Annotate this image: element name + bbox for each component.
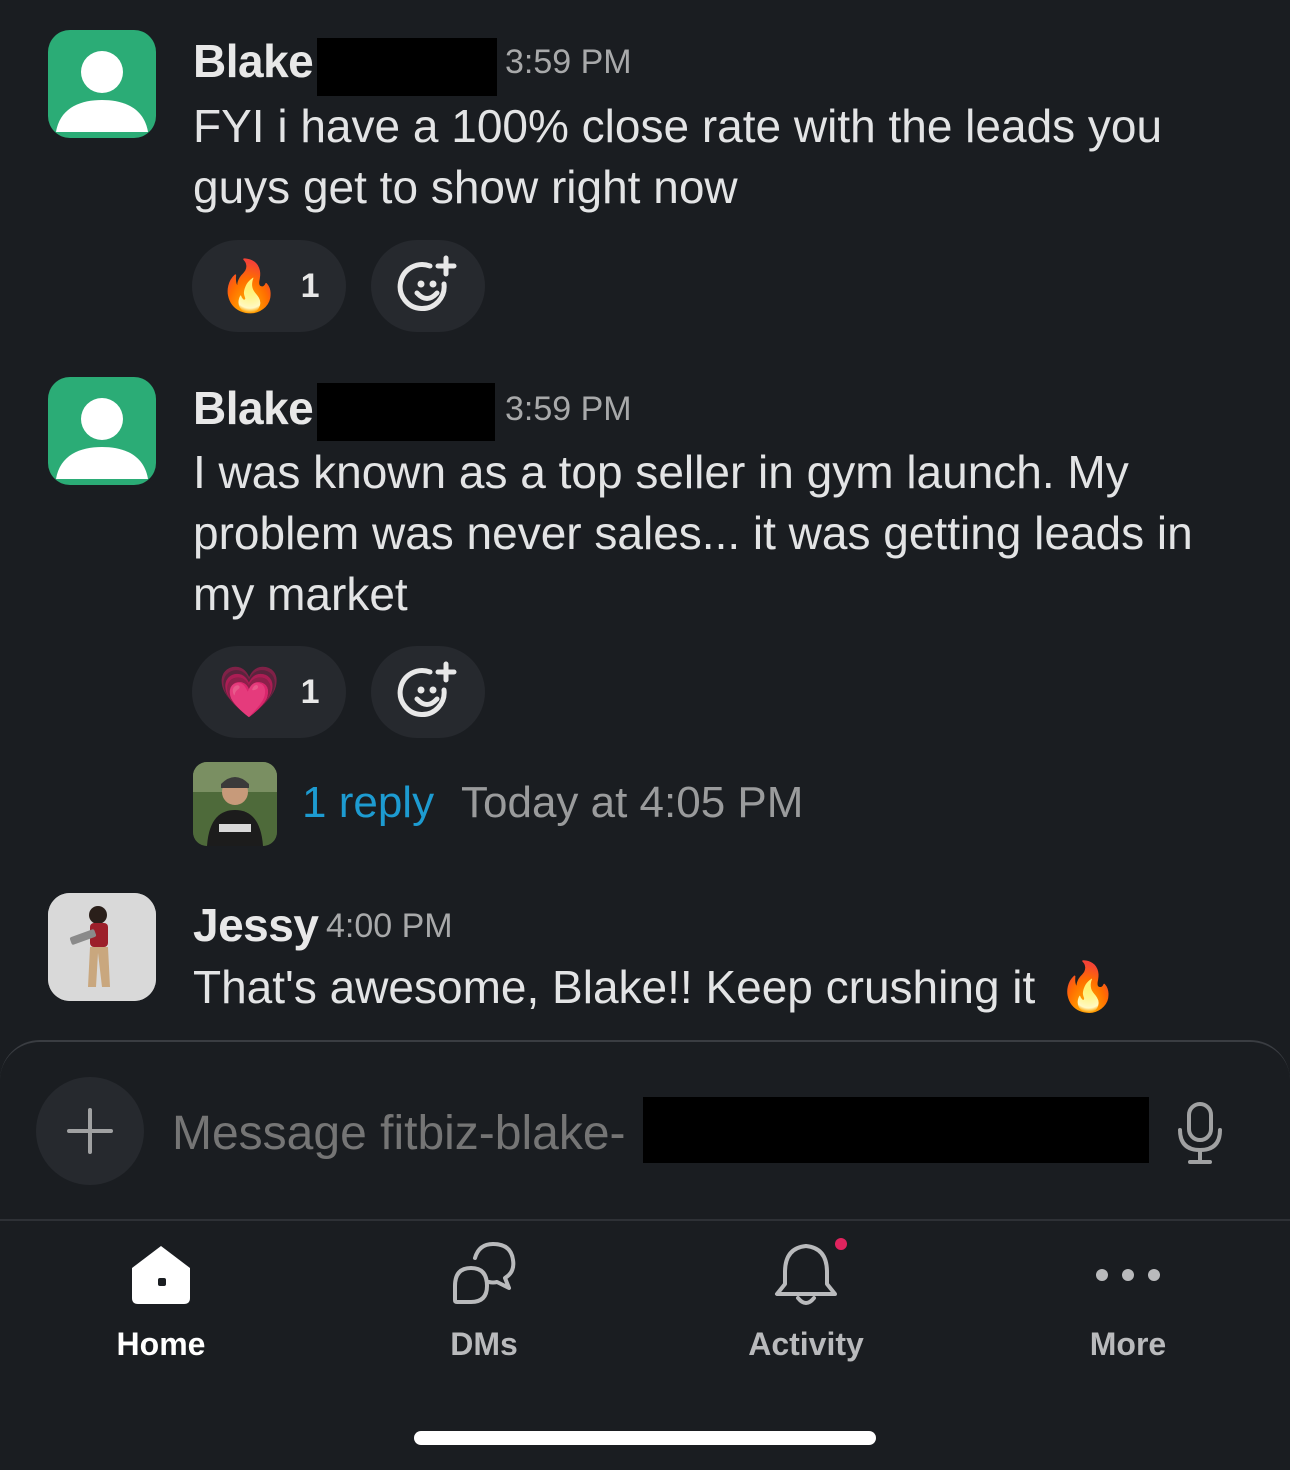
- message-time[interactable]: 3:59 PM: [505, 43, 632, 82]
- more-icon: [1096, 1269, 1160, 1281]
- heart-emoji-icon: 💗: [218, 664, 281, 720]
- thread-replies-row[interactable]: 1 reply Today at 4:05 PM: [193, 760, 893, 846]
- user-silhouette-icon: [56, 51, 148, 132]
- reaction-count: 1: [300, 266, 320, 305]
- tab-more[interactable]: More: [1028, 1238, 1228, 1363]
- author-name[interactable]: Blake: [193, 34, 314, 88]
- home-indicator: [414, 1431, 876, 1445]
- attach-button[interactable]: [36, 1077, 144, 1185]
- message-text: FYI i have a 100% close rate with the le…: [193, 100, 1163, 213]
- add-reaction-button[interactable]: [371, 646, 485, 738]
- message-text-content: That's awesome, Blake!! Keep crushing it: [193, 961, 1036, 1013]
- add-reaction-button[interactable]: [371, 240, 485, 332]
- user-avatar[interactable]: [48, 377, 156, 485]
- tab-activity[interactable]: Activity: [706, 1238, 906, 1363]
- tab-label: Home: [116, 1326, 206, 1362]
- notification-badge: [835, 1238, 847, 1250]
- user-avatar[interactable]: [48, 893, 156, 1001]
- tab-label: More: [1089, 1326, 1167, 1362]
- dms-icon: [453, 1242, 516, 1304]
- tab-dms[interactable]: DMs: [384, 1238, 584, 1363]
- microphone-button[interactable]: [1170, 1098, 1230, 1168]
- user-avatar[interactable]: [48, 30, 156, 138]
- redaction-bar: [317, 383, 495, 441]
- user-silhouette-icon: [56, 398, 148, 479]
- author-name[interactable]: Blake: [193, 381, 314, 435]
- reply-count-link[interactable]: 1 reply: [302, 778, 434, 828]
- fire-emoji-icon: 🔥: [218, 258, 281, 314]
- message-time[interactable]: 4:00 PM: [326, 907, 453, 946]
- reaction-count: 1: [300, 672, 320, 711]
- last-reply-time: Today at 4:05 PM: [461, 778, 804, 827]
- home-icon: [132, 1246, 190, 1304]
- message-time[interactable]: 3:59 PM: [505, 390, 632, 429]
- add-reaction-icon: [397, 255, 457, 312]
- bell-icon: [775, 1238, 847, 1305]
- tab-label: Activity: [748, 1326, 864, 1362]
- message-text: I was known as a top seller in gym launc…: [193, 446, 1193, 620]
- microphone-icon: [1178, 1102, 1222, 1164]
- redaction-bar: [643, 1097, 1149, 1163]
- author-name[interactable]: Jessy: [193, 898, 319, 952]
- fire-emoji-icon: 🔥: [1058, 961, 1118, 1014]
- user-photo-icon: [48, 893, 156, 1001]
- message-text: That's awesome, Blake!! Keep crushing it…: [193, 957, 1253, 1018]
- plus-icon: [67, 1108, 113, 1154]
- redaction-bar: [317, 38, 497, 96]
- tabbar-divider: [0, 1219, 1290, 1221]
- tab-home[interactable]: Home: [61, 1238, 261, 1363]
- reaction-pill[interactable]: 💗 1: [192, 646, 346, 738]
- replier-photo-icon: [193, 762, 277, 846]
- reaction-pill[interactable]: 🔥 1: [192, 240, 346, 332]
- replier-avatar[interactable]: [193, 762, 277, 846]
- add-reaction-icon: [397, 661, 457, 718]
- tab-label: DMs: [450, 1326, 518, 1362]
